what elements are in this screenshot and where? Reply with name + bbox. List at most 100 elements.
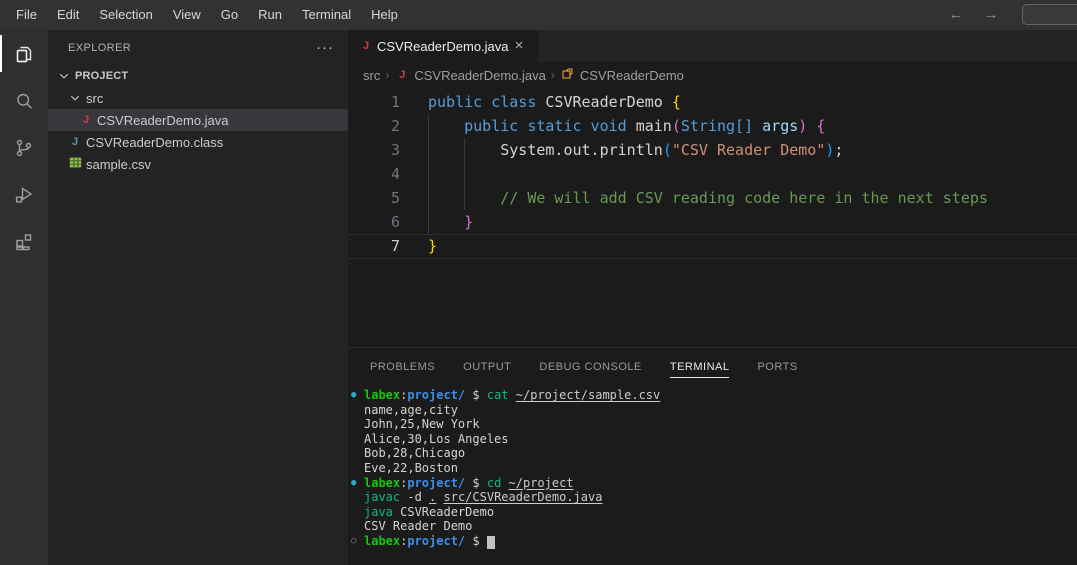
code-token: String[] xyxy=(680,117,763,135)
terminal-line: ○ labex:project/ $ xyxy=(348,534,1077,549)
tree-item-csvreaderdemo-class[interactable]: J CSVReaderDemo.class xyxy=(48,131,348,153)
source-control-icon[interactable] xyxy=(0,124,48,171)
explorer-icon[interactable] xyxy=(0,30,48,77)
tree-item-csvreaderdemo-java[interactable]: J CSVReaderDemo.java xyxy=(48,109,348,131)
code-token: ( xyxy=(662,141,672,159)
terminal[interactable]: ● labex:project/ $ cat ~/project/sample.c… xyxy=(348,385,1077,565)
menu-edit[interactable]: Edit xyxy=(47,0,89,30)
terminal-token: Eve,22,Boston xyxy=(364,460,458,475)
code-token: System.out.println xyxy=(428,141,663,159)
line-number: 3 xyxy=(390,141,400,159)
terminal-token: project/ xyxy=(407,388,466,402)
line-number: 2 xyxy=(390,117,400,135)
terminal-cursor xyxy=(486,535,495,549)
more-actions-icon[interactable]: ··· xyxy=(316,40,334,55)
terminal-token: project/ xyxy=(407,533,466,548)
search-icon[interactable] xyxy=(0,77,48,124)
code-line: 1 public class CSVReaderDemo { xyxy=(348,90,1077,114)
line-number: 1 xyxy=(390,93,400,111)
extensions-icon[interactable] xyxy=(0,218,48,265)
code-editor[interactable]: 1 public class CSVReaderDemo { 2 public st… xyxy=(348,88,1077,346)
code-token: CSVReaderDemo xyxy=(545,93,672,111)
title-bar: File Edit Selection View Go Run Terminal Help ←… xyxy=(0,0,1077,30)
tree-item-label: CSVReaderDemo.java xyxy=(97,112,229,128)
code-text: } xyxy=(428,210,473,234)
terminal-line: java CSVReaderDemo xyxy=(348,505,1077,520)
panel-tab-problems[interactable]: PROBLEMS xyxy=(370,356,435,378)
terminal-line: John,25,New York xyxy=(348,417,1077,432)
editor-group: J CSVReaderDemo.java × src › J CSVReaderDem… xyxy=(348,30,1077,565)
breadcrumb-item[interactable]: src xyxy=(363,68,380,83)
code-token: { xyxy=(671,93,681,111)
prompt-marker-icon: ○ xyxy=(351,535,357,546)
tree-item-label: CSVReaderDemo.class xyxy=(86,134,224,150)
panel-tab-bar: PROBLEMS OUTPUT DEBUG CONSOLE TERMINAL PORTS xyxy=(348,348,1077,385)
prompt-marker-icon: ● xyxy=(351,477,357,488)
run-debug-icon[interactable] xyxy=(0,171,48,218)
code-line: 7} xyxy=(348,234,1077,258)
explorer-sidebar: EXPLORER ··· PROJECT src J CSVReaderDemo.ja… xyxy=(48,30,348,565)
code-token: } xyxy=(464,213,474,231)
prompt-marker-icon: ● xyxy=(351,390,357,400)
code-line: 3 System.out.println("CSV Reader Demo"); xyxy=(348,138,1077,162)
terminal-token: cat xyxy=(486,388,509,402)
code-text: public class CSVReaderDemo { xyxy=(428,90,681,114)
menu-selection[interactable]: Selection xyxy=(89,0,162,30)
code-line: 5 // We will add CSV reading code here i… xyxy=(348,186,1077,210)
tree-item-label: PROJECT xyxy=(75,70,129,82)
menu-help[interactable]: Help xyxy=(361,0,408,30)
titlebar-search-input[interactable] xyxy=(1022,4,1077,25)
breadcrumb-label: CSVReaderDemo xyxy=(579,67,684,83)
chevron-right-icon: › xyxy=(385,68,390,82)
terminal-line: Eve,22,Boston xyxy=(348,461,1077,476)
terminal-token: John,25,New York xyxy=(364,417,480,432)
terminal-link[interactable]: ~/project xyxy=(509,476,574,490)
java-file-icon: J xyxy=(399,69,406,81)
code-token: // We will add CSV reading code here in … xyxy=(500,189,988,207)
terminal-link[interactable]: src/CSVReaderDemo.java xyxy=(444,490,603,504)
terminal-line: javac -d . src/CSVReaderDemo.java xyxy=(348,490,1077,505)
menu-run[interactable]: Run xyxy=(248,0,292,30)
chevron-down-icon xyxy=(67,90,83,106)
class-symbol-icon xyxy=(560,67,576,83)
breadcrumb-label: src xyxy=(363,67,381,83)
code-text: System.out.println("CSV Reader Demo"); xyxy=(428,138,843,162)
bottom-panel: PROBLEMS OUTPUT DEBUG CONSOLE TERMINAL PORTS… xyxy=(348,347,1077,565)
tab-csvreaderdemo-java[interactable]: J CSVReaderDemo.java × xyxy=(348,30,538,62)
nav-back-icon[interactable]: ← xyxy=(945,0,967,30)
close-icon[interactable]: × xyxy=(509,36,529,56)
menu-go[interactable]: Go xyxy=(211,0,248,30)
java-file-icon: J xyxy=(362,40,370,52)
panel-tab-ports[interactable]: PORTS xyxy=(757,356,797,378)
code-text: // We will add CSV reading code here in … xyxy=(428,186,988,210)
panel-tab-output[interactable]: OUTPUT xyxy=(463,356,511,378)
breadcrumb-item[interactable]: J CSVReaderDemo.java xyxy=(394,68,546,83)
tree-item-label: src xyxy=(86,90,104,106)
code-text: } xyxy=(428,234,437,258)
terminal-token: java xyxy=(364,504,393,519)
tree-item-src[interactable]: src xyxy=(48,87,348,109)
tree-item-label: sample.csv xyxy=(86,156,152,172)
code-token: public static void xyxy=(464,117,636,135)
tab-bar: J CSVReaderDemo.java × xyxy=(348,30,1077,62)
breadcrumb-item[interactable]: CSVReaderDemo xyxy=(560,67,684,83)
line-number: 7 xyxy=(390,237,400,255)
sidebar-header: EXPLORER ··· xyxy=(48,30,348,65)
tree-item-sample-csv[interactable]: sample.csv xyxy=(48,153,348,175)
terminal-token: project/ xyxy=(407,475,466,490)
panel-tab-debug-console[interactable]: DEBUG CONSOLE xyxy=(539,356,641,378)
terminal-link[interactable]: ~/project/sample.csv xyxy=(516,388,661,402)
nav-forward-icon[interactable]: → xyxy=(980,0,1002,30)
code-text: public static void main(String[] args) { xyxy=(428,114,825,138)
menu-view[interactable]: View xyxy=(163,0,211,30)
menu-file[interactable]: File xyxy=(6,0,47,30)
class-file-icon: J xyxy=(71,136,79,148)
terminal-line: Alice,30,Los Angeles xyxy=(348,432,1077,447)
panel-tab-terminal[interactable]: TERMINAL xyxy=(669,356,730,378)
tree-item-project[interactable]: PROJECT xyxy=(48,65,348,87)
java-file-icon: J xyxy=(82,114,90,126)
menu-terminal[interactable]: Terminal xyxy=(292,0,361,30)
